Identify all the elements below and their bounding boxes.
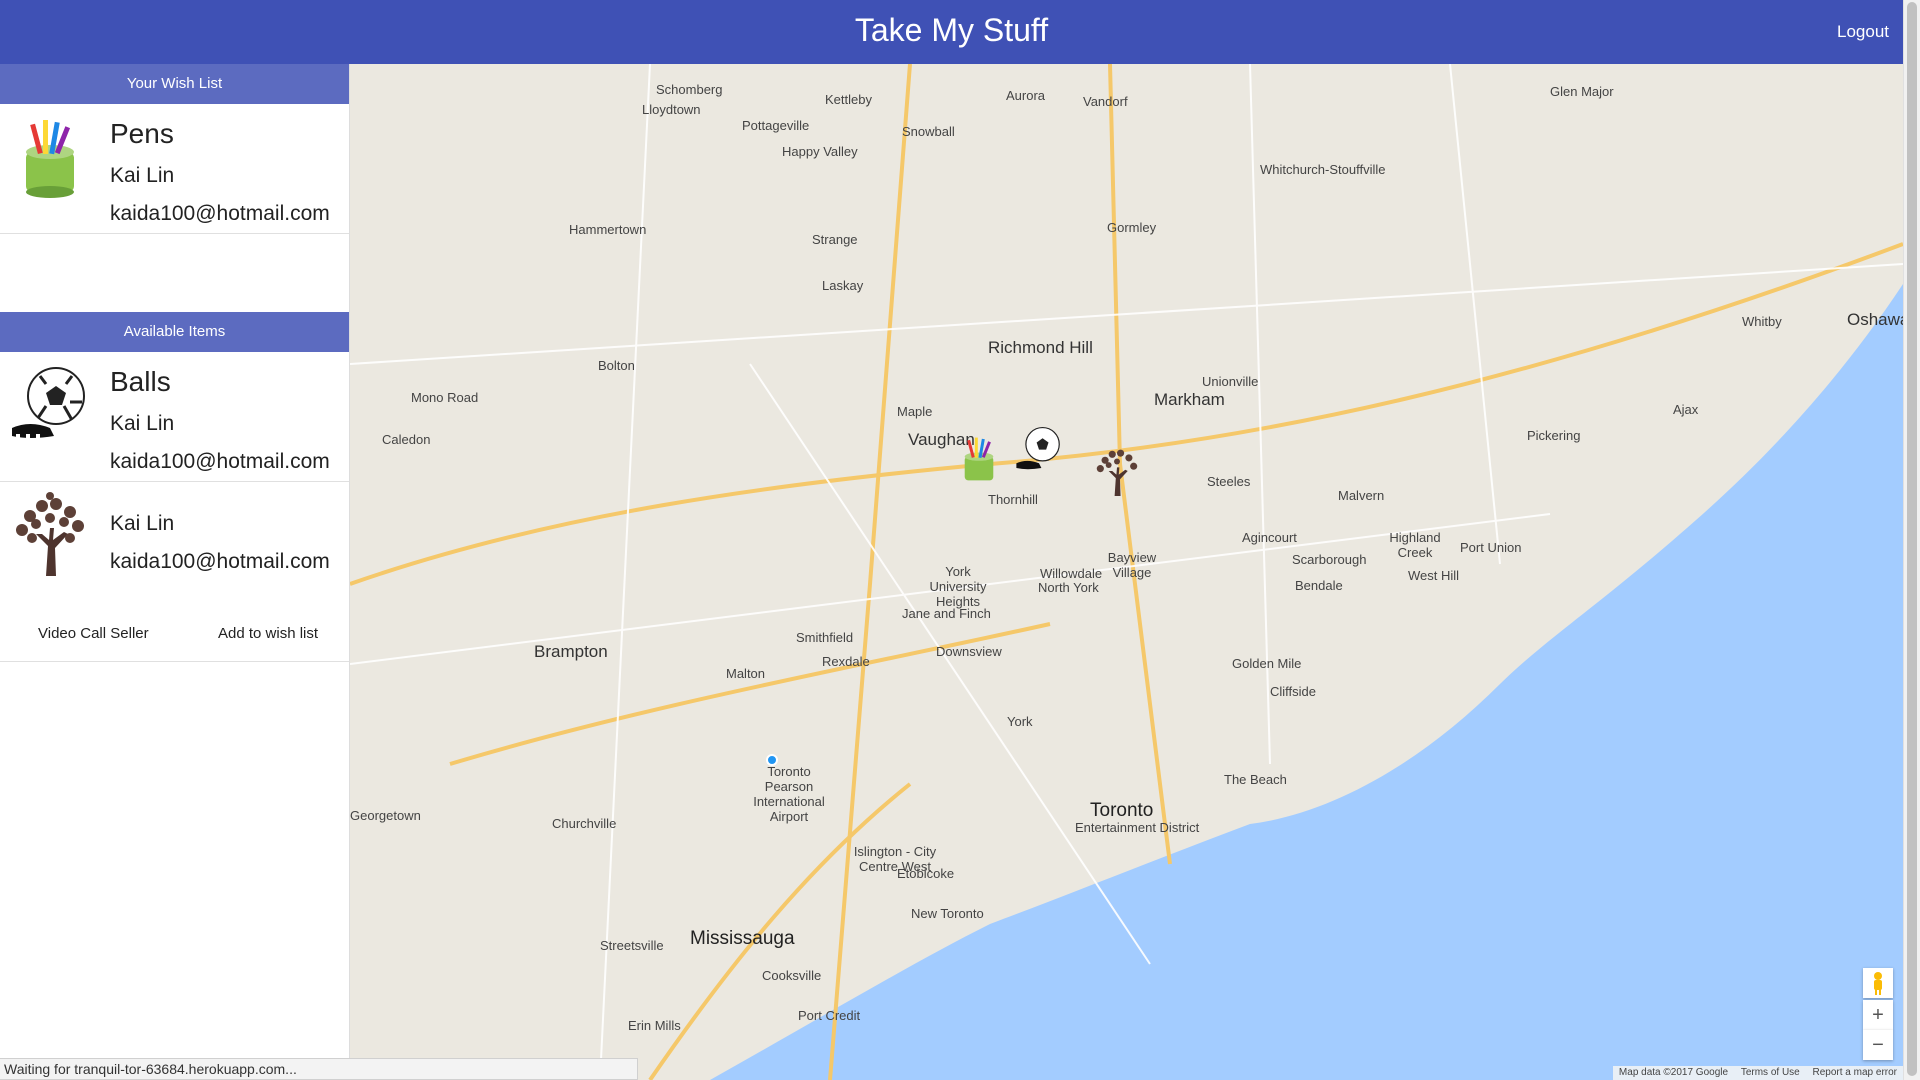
map-label: Richmond Hill	[988, 338, 1093, 357]
map-label: Agincourt	[1242, 530, 1297, 545]
map-attribution: Map data ©2017 Google Terms of Use Repor…	[1612, 1066, 1903, 1080]
map-label: Caledon	[382, 432, 431, 447]
map-label: Jane and Finch	[902, 606, 991, 621]
map-label: Laskay	[822, 278, 864, 293]
map-label: Downsview	[936, 644, 1002, 659]
item-email: kaida100@hotmail.com	[110, 550, 330, 573]
item-name: Pens	[110, 118, 174, 149]
terms-of-use-link[interactable]: Terms of Use	[1741, 1067, 1800, 1078]
map-label: Erin Mills	[628, 1018, 681, 1033]
page-scrollbar[interactable]	[1903, 0, 1920, 1080]
map-label: Gormley	[1107, 220, 1157, 235]
map-label: Rexdale	[822, 654, 870, 669]
app-title: Take My Stuff	[854, 12, 1049, 48]
map-label: Mono Road	[411, 390, 479, 405]
map-label: Markham	[1154, 390, 1225, 409]
map-label: York University Heights	[929, 564, 987, 609]
map-label: Pottageville	[742, 118, 810, 133]
map-label: Unionville	[1202, 374, 1259, 389]
map-label: Port Union	[1460, 540, 1522, 555]
map-label: Cooksville	[762, 968, 822, 983]
map-label: New Toronto	[911, 906, 984, 921]
map-label: Toronto Pearson International Airport	[753, 764, 825, 824]
map-label: Port Credit	[798, 1008, 861, 1023]
map-label: Pickering	[1527, 428, 1581, 443]
item-owner: Kai Lin	[110, 164, 175, 187]
map-label: Brampton	[534, 642, 608, 661]
map-label: The Beach	[1224, 772, 1287, 787]
map-label: Smithfield	[796, 630, 854, 645]
video-call-seller-button[interactable]: Video Call Seller	[38, 625, 149, 642]
map-label: West Hill	[1408, 568, 1460, 583]
pencil-cup-marker[interactable]	[954, 434, 1004, 484]
map-label: Lloydtown	[642, 102, 701, 117]
sidebar: Your Wish List Pens Kai Lin kaida100@hot…	[0, 64, 350, 1080]
logout-link[interactable]: Logout	[1837, 22, 1889, 42]
map-view[interactable]: Schomberg Lloydtown Pottageville Kettleb…	[350, 64, 1903, 1080]
tree-marker[interactable]	[1092, 446, 1142, 496]
map-label: Bayview Village	[1107, 550, 1157, 580]
tree-icon	[16, 492, 84, 576]
map-label: Golden Mile	[1232, 656, 1302, 671]
available-header: Available Items	[0, 312, 349, 352]
wishlist-spacer	[0, 234, 349, 312]
wishlist-header: Your Wish List	[0, 64, 349, 104]
available-item[interactable]: Kai Lin kaida100@hotmail.com Video Call …	[0, 482, 349, 662]
map-label: Schomberg	[656, 82, 723, 97]
soccer-ball-icon	[12, 367, 85, 438]
map-data-credit: Map data ©2017 Google	[1618, 1067, 1729, 1078]
street-view-pegman-icon[interactable]	[1863, 968, 1893, 998]
map-label: Mississauga	[690, 928, 795, 949]
map-label: Vandorf	[1083, 94, 1128, 109]
map-label: Snowball	[902, 124, 955, 139]
map-label: Oshawa	[1847, 310, 1903, 329]
airport-icon	[766, 754, 778, 766]
map-label: Malvern	[1338, 488, 1385, 503]
map-label: Thornhill	[988, 492, 1038, 507]
map-label: Maple	[897, 404, 933, 419]
map-label: Whitby	[1742, 314, 1782, 329]
map-label: Willowdale	[1040, 566, 1103, 581]
map-label: Ajax	[1673, 402, 1699, 417]
map-label: Aurora	[1006, 88, 1046, 103]
map-label: Whitchurch-Stouffville	[1260, 162, 1386, 177]
pencil-cup-icon	[26, 120, 74, 198]
item-email: kaida100@hotmail.com	[110, 202, 330, 225]
map-label: Streetsville	[600, 938, 664, 953]
map-label: Cliffside	[1270, 684, 1317, 699]
map-label: Scarborough	[1292, 552, 1367, 567]
add-to-wish-list-button[interactable]: Add to wish list	[218, 625, 318, 642]
map-label: Hammertown	[569, 222, 647, 237]
map-label: North York	[1038, 580, 1099, 595]
map-label: Georgetown	[350, 808, 421, 823]
soccer-ball-marker[interactable]	[1014, 424, 1064, 474]
map-label: Strange	[812, 232, 858, 247]
item-owner: Kai Lin	[110, 512, 175, 535]
report-map-error-link[interactable]: Report a map error	[1813, 1067, 1897, 1078]
map-label: Glen Major	[1550, 84, 1614, 99]
available-item[interactable]: Balls Kai Lin kaida100@hotmail.com	[0, 352, 349, 482]
item-owner: Kai Lin	[110, 412, 175, 435]
map-label: Bolton	[598, 358, 635, 373]
map-label: Bendale	[1295, 578, 1343, 593]
map-label: Steeles	[1207, 474, 1251, 489]
browser-status-bar: Waiting for tranquil-tor-63684.herokuapp…	[0, 1058, 638, 1080]
map-label: Churchville	[552, 816, 617, 831]
map-label: Kettleby	[825, 92, 872, 107]
item-name: Balls	[110, 366, 171, 397]
item-email: kaida100@hotmail.com	[110, 450, 330, 473]
scrollbar-thumb[interactable]	[1907, 2, 1917, 1076]
app-header: Take My Stuff Logout	[0, 0, 1903, 64]
zoom-out-button[interactable]: −	[1863, 1030, 1893, 1060]
map-label: Malton	[726, 666, 766, 681]
map-label: Toronto	[1090, 800, 1154, 821]
map-label: Happy Valley	[782, 144, 858, 159]
zoom-in-button[interactable]: +	[1863, 1000, 1893, 1030]
map-label: Highland Creek	[1389, 530, 1441, 560]
map-label: Entertainment District	[1075, 820, 1200, 835]
map-label: York	[1007, 714, 1033, 729]
map-label: Islington - City Centre West	[853, 844, 937, 874]
wishlist-item[interactable]: Pens Kai Lin kaida100@hotmail.com	[0, 104, 349, 234]
item-actions: Video Call Seller Add to wish list	[0, 625, 349, 647]
